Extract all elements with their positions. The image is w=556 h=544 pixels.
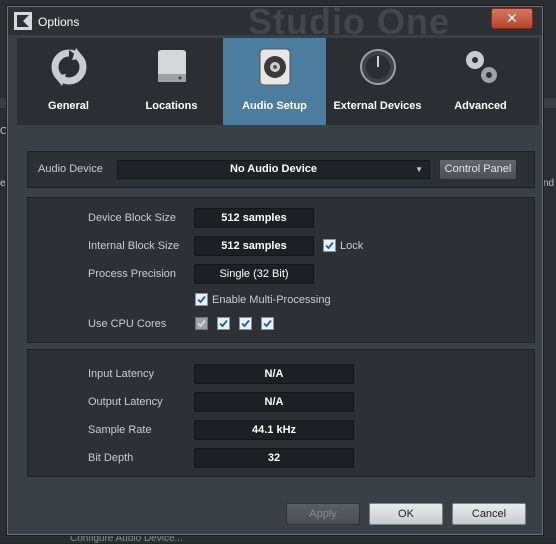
sample-rate-value: 44.1 kHz [194,420,354,440]
title-bar[interactable]: Studio One Options ✕ [8,1,542,42]
check-icon [197,295,206,304]
output-latency-value: N/A [194,392,354,412]
tab-general[interactable]: General [17,38,120,125]
tab-label: General [48,100,89,112]
sample-rate-label: Sample Rate [88,424,152,436]
tab-label: Audio Setup [242,100,307,112]
check-icon [241,319,250,328]
tab-label: Locations [145,100,198,112]
tab-label: Advanced [454,100,507,112]
internal-block-size-label: Internal Block Size [88,240,180,252]
audio-device-select[interactable]: No Audio Device ▼ [117,160,430,179]
apply-button[interactable]: Apply [286,503,360,525]
cpu-core-4-checkbox[interactable] [261,317,274,330]
audio-device-panel: Audio Device No Audio Device ▼ Control P… [27,151,535,188]
multi-processing-checkbox[interactable] [195,293,208,306]
lock-label: Lock [340,240,364,252]
tab-label: External Devices [333,100,422,112]
input-latency-label: Input Latency [88,368,155,380]
refresh-icon [51,48,87,86]
bit-depth-label: Bit Depth [88,452,134,464]
output-latency-label: Output Latency [88,396,163,408]
process-precision-select[interactable]: Single (32 Bit) [194,264,314,284]
tab-external-devices[interactable]: External Devices [326,38,429,125]
background-fragment: nd [543,178,555,189]
check-icon [325,241,334,250]
lock-checkbox[interactable] [323,239,336,252]
multi-processing-label: Enable Multi-Processing [212,294,331,306]
process-precision-label: Process Precision [88,268,177,280]
options-dialog: Studio One Options ✕ General Locations A… [7,1,543,535]
device-block-size-field[interactable]: 512 samples [194,208,314,228]
studio-one-watermark: Studio One [248,1,450,42]
input-latency-value: N/A [194,364,354,384]
window-title: Options [38,15,80,29]
device-block-size-label: Device Block Size [88,212,177,224]
check-icon [197,319,206,328]
knob-icon [360,49,396,85]
bit-depth-value: 32 [194,448,354,468]
check-icon [263,319,272,328]
close-button[interactable]: ✕ [491,8,533,29]
tab-locations[interactable]: Locations [120,38,223,125]
audio-device-label: Audio Device [38,163,103,175]
audio-setup-content: Audio Device No Audio Device ▼ Control P… [17,125,539,482]
close-icon: ✕ [506,10,518,26]
control-panel-button[interactable]: Control Panel [439,159,517,180]
hard-drive-icon [158,50,186,82]
speaker-icon [259,48,291,86]
tab-advanced[interactable]: Advanced [429,38,532,125]
cancel-button[interactable]: Cancel [452,503,526,525]
chevron-down-icon: ▼ [415,165,423,174]
cpu-core-1-checkbox [195,317,208,330]
tab-audio-setup[interactable]: Audio Setup [223,38,326,125]
cpu-cores-label: Use CPU Cores [88,318,167,330]
background-fragment: e [0,178,6,189]
cpu-core-3-checkbox[interactable] [239,317,252,330]
ok-button[interactable]: OK [369,503,443,525]
tab-bar: General Locations Audio Setup External D… [17,38,539,125]
app-icon [14,12,32,30]
audio-device-value: No Audio Device [230,163,317,175]
block-settings-panel: Device Block Size 512 samples Internal B… [27,197,535,343]
latency-info-panel: Input Latency N/A Output Latency N/A Sam… [27,349,535,477]
internal-block-size-field[interactable]: 512 samples [194,236,314,256]
gears-icon [466,51,497,83]
check-icon [219,319,228,328]
cpu-core-2-checkbox[interactable] [217,317,230,330]
